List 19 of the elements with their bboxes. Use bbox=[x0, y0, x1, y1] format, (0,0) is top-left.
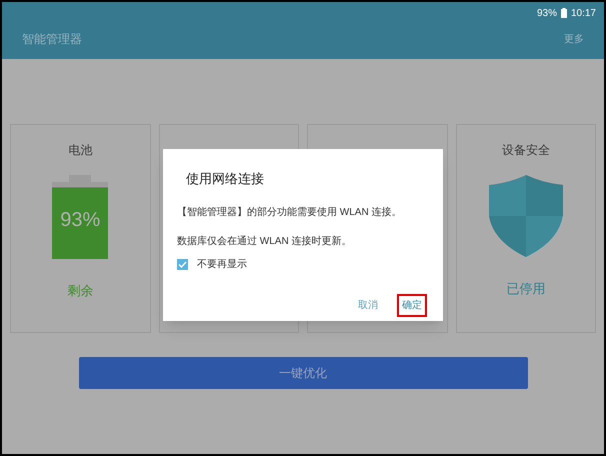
dialog-message: 【智能管理器】的部分功能需要使用 WLAN 连接。 bbox=[177, 206, 402, 220]
card-title: 电池 bbox=[68, 142, 92, 157]
dialog-title: 使用网络连接 bbox=[186, 170, 265, 188]
checkbox-label: 不要再显示 bbox=[197, 258, 247, 272]
status-label: 剩余 bbox=[67, 282, 94, 300]
status-label: 已停用 bbox=[506, 280, 546, 298]
dialog-button[interactable]: 确定 bbox=[397, 294, 427, 316]
shield-icon bbox=[488, 175, 563, 257]
checkbox[interactable] bbox=[177, 258, 188, 270]
app-title: 智能管理器 bbox=[22, 31, 82, 48]
optimize-button[interactable]: 一键优化 bbox=[78, 357, 528, 389]
clock: 10:17 bbox=[570, 6, 596, 20]
dialog-button[interactable]: 取消 bbox=[353, 294, 383, 316]
card-title: 设备安全 bbox=[502, 142, 550, 157]
battery-reading: 93% bbox=[59, 208, 102, 233]
more-menu[interactable]: 更多 bbox=[564, 32, 584, 46]
dialog-note: 数据库仅会在通过 WLAN 连接时更新。 bbox=[177, 234, 352, 248]
battery-percentage: 93% bbox=[536, 6, 557, 20]
battery-icon bbox=[560, 8, 567, 18]
